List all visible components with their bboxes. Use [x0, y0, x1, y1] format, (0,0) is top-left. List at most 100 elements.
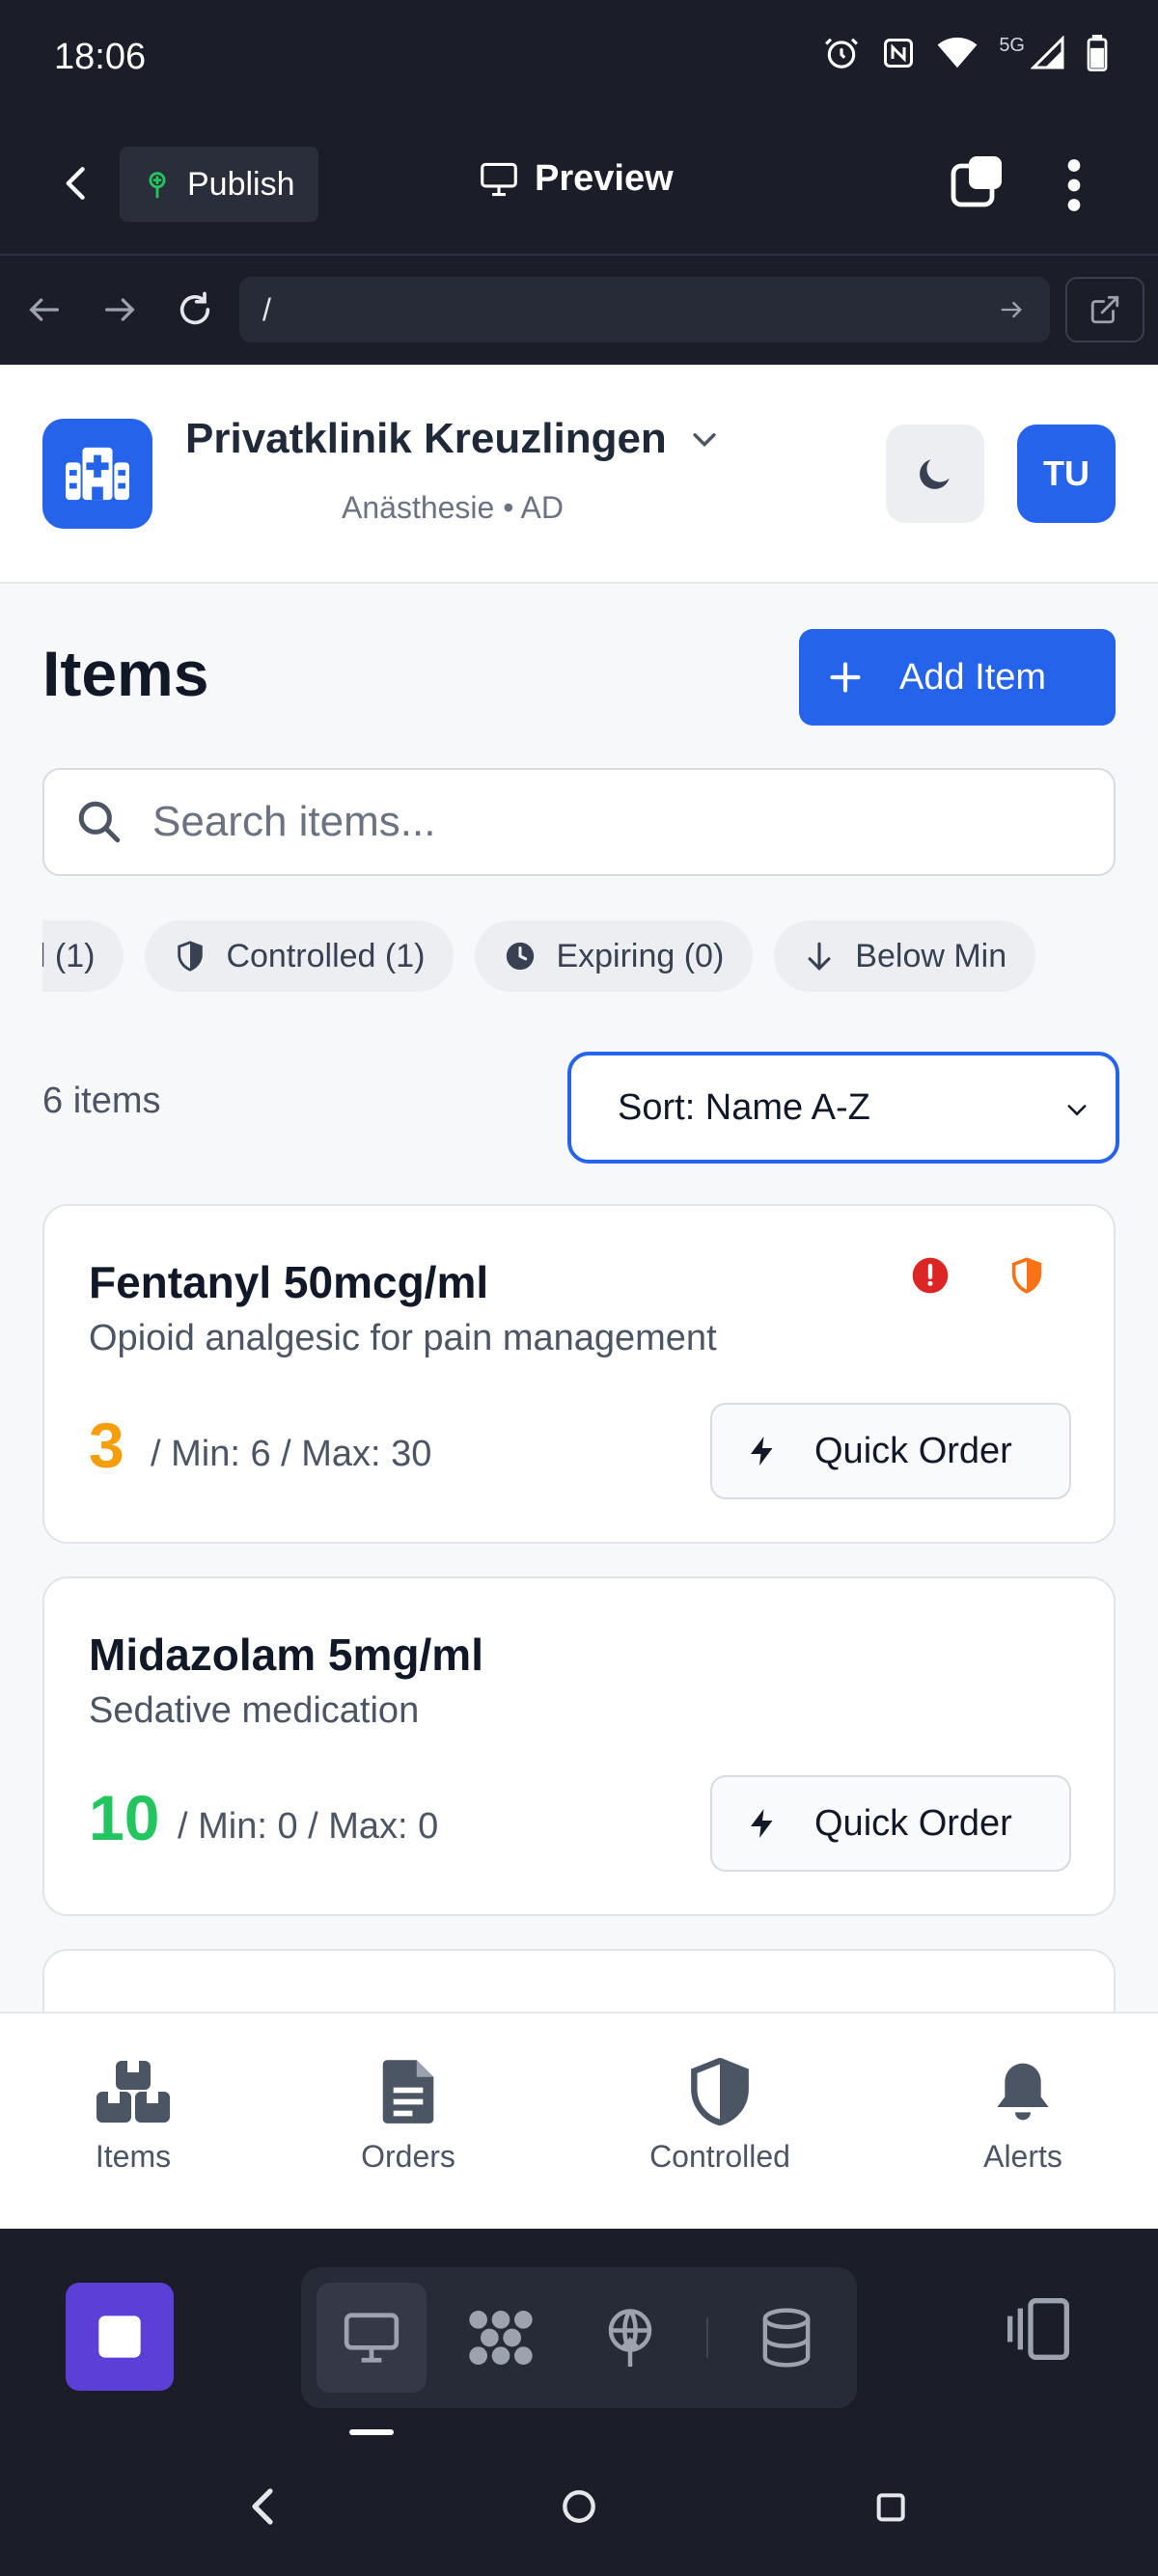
grid-icon — [469, 2311, 533, 2365]
app-icon-button[interactable] — [66, 2283, 174, 2391]
chip-label: Controlled (1) — [226, 937, 426, 974]
signal-icon — [1031, 36, 1064, 69]
add-item-button[interactable]: Add Item — [799, 629, 1116, 726]
sort-select[interactable]: Sort: Name A-Z — [567, 1052, 1119, 1164]
quick-order-label: Quick Order — [814, 1430, 1012, 1471]
clinic-logo — [42, 419, 152, 529]
shield-icon — [691, 2058, 749, 2125]
system-recents-icon[interactable] — [872, 2483, 911, 2530]
add-item-label: Add Item — [899, 656, 1047, 698]
windows-icon[interactable] — [950, 154, 1004, 208]
status-time: 18:06 — [54, 37, 147, 77]
back-arrow-icon[interactable] — [56, 162, 98, 205]
url-field[interactable]: / — [239, 277, 1050, 343]
chip-label: cal (1) — [42, 937, 96, 974]
search-icon — [78, 801, 121, 843]
publish-icon — [149, 172, 166, 199]
item-description: Opioid analgesic for pain management — [89, 1318, 717, 1358]
publish-label: Publish — [187, 165, 295, 203]
chip-label: Below Min — [855, 937, 1007, 974]
globe-upload-icon — [608, 2309, 652, 2367]
app-header: Privatklinik Kreuzlingen Anästhesie • AD… — [0, 365, 1158, 584]
status-bar: 18:06 5G — [0, 0, 1158, 116]
tool-divider — [706, 2317, 708, 2358]
preview-tool-button[interactable] — [317, 2283, 427, 2393]
document-icon — [382, 2060, 434, 2124]
monitor-icon — [481, 162, 517, 196]
database-icon — [762, 2308, 811, 2368]
editor-toolbar: Publish Preview — [0, 116, 1158, 256]
system-back-icon[interactable] — [245, 2483, 280, 2530]
clinic-name: Privatklinik Kreuzlingen — [185, 415, 667, 462]
moon-icon — [920, 459, 950, 489]
nav-tab-label: Controlled — [649, 2139, 790, 2174]
item-min-max: / Min: 0 / Max: 0 — [178, 1806, 439, 1847]
item-description: Sedative medication — [89, 1690, 420, 1731]
nav-tab-orders[interactable]: Orders — [292, 2014, 524, 2229]
item-quantity: 3 — [89, 1410, 124, 1481]
square-icon — [98, 2316, 141, 2358]
item-name: Midazolam 5mg/ml — [89, 1630, 483, 1680]
quick-order-button[interactable]: Quick Order — [710, 1775, 1071, 1872]
external-link-icon — [1090, 295, 1119, 324]
nav-tab-label: Alerts — [983, 2139, 1062, 2174]
preview-toggle[interactable]: Preview — [479, 158, 674, 200]
shield-icon — [178, 941, 204, 972]
chevron-down-icon — [1067, 1105, 1087, 1116]
user-avatar[interactable]: TU — [1017, 425, 1116, 523]
chevron-down-icon — [693, 433, 716, 448]
quick-order-button[interactable]: Quick Order — [710, 1403, 1071, 1499]
filter-chip-below-min[interactable]: Below Min — [774, 920, 1036, 992]
item-card[interactable]: Fentanyl 50mcg/ml Opioid analgesic for p… — [42, 1204, 1116, 1544]
alert-icon — [912, 1257, 949, 1294]
nav-tab-label: Orders — [361, 2139, 455, 2174]
search-box[interactable] — [42, 768, 1116, 876]
filter-chip-expiring[interactable]: Expiring (0) — [475, 920, 754, 992]
nav-tab-label: Items — [95, 2139, 172, 2174]
publish-button[interactable]: Publish — [120, 147, 318, 222]
alarm-icon — [825, 38, 859, 69]
browser-forward-icon[interactable] — [100, 290, 139, 329]
sort-label: Sort: Name A-Z — [618, 1086, 870, 1128]
item-min-max: / Min: 6 / Max: 30 — [151, 1434, 432, 1474]
theme-toggle-button[interactable] — [886, 425, 984, 523]
quick-order-label: Quick Order — [814, 1802, 1012, 1844]
system-home-icon[interactable] — [558, 2483, 600, 2530]
clinic-selector[interactable]: Privatklinik Kreuzlingen — [185, 415, 721, 463]
filter-chips: cal (1) Controlled (1) Expiring (0) Belo… — [42, 920, 1116, 992]
nav-tab-alerts[interactable]: Alerts — [907, 2014, 1139, 2229]
search-input[interactable] — [152, 798, 1021, 846]
database-tool-button[interactable] — [731, 2283, 841, 2393]
network-type: 5G — [999, 34, 1025, 56]
battery-icon — [1087, 35, 1108, 71]
item-card[interactable]: Midazolam 5mg/ml Sedative medication 10 … — [42, 1576, 1116, 1916]
lightning-icon — [751, 1809, 773, 1838]
nav-tab-items[interactable]: Items — [17, 2014, 249, 2229]
app-viewport: Privatklinik Kreuzlingen Anästhesie • AD… — [0, 365, 1158, 2229]
open-external-button[interactable] — [1065, 277, 1144, 343]
browser-back-icon[interactable] — [25, 290, 64, 329]
apps-tool-button[interactable] — [446, 2283, 556, 2393]
navigate-arrow-icon[interactable] — [998, 296, 1025, 323]
lightning-icon — [751, 1437, 773, 1466]
clinic-department: Anästhesie • AD — [342, 490, 564, 525]
tool-group — [301, 2267, 857, 2408]
monitor-icon — [344, 2313, 400, 2363]
plus-icon — [830, 662, 861, 693]
item-name: Fentanyl 50mcg/ml — [89, 1257, 489, 1307]
page-title: Items — [42, 638, 209, 709]
preview-label: Preview — [535, 158, 674, 199]
filter-chip-controlled[interactable]: Controlled (1) — [145, 920, 455, 992]
clock-icon — [507, 942, 535, 971]
toolbar-indicator — [349, 2429, 394, 2435]
nav-tab-controlled[interactable]: Controlled — [604, 2014, 836, 2229]
shield-icon — [1011, 1257, 1042, 1294]
deploy-tool-button[interactable] — [575, 2283, 685, 2393]
more-options-icon[interactable] — [1060, 158, 1089, 212]
chip-label: Expiring (0) — [556, 937, 725, 974]
android-navigation-bar — [0, 2451, 1158, 2576]
reload-icon[interactable] — [176, 290, 214, 329]
filter-chip-critical[interactable]: cal (1) — [42, 920, 124, 992]
split-view-icon[interactable] — [1000, 2290, 1077, 2368]
nfc-icon — [884, 39, 914, 68]
